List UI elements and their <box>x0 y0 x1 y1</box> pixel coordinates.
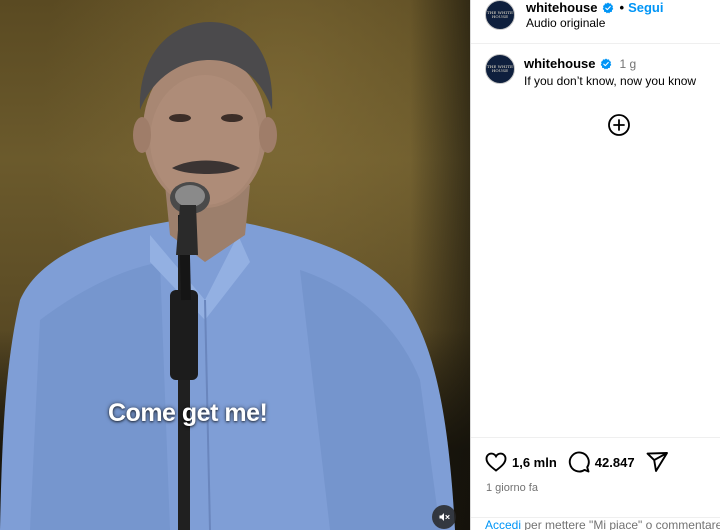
like-count[interactable]: 1,6 mln <box>512 455 557 470</box>
follow-button[interactable]: Segui <box>628 0 663 15</box>
audio-link[interactable]: Audio originale <box>526 16 605 30</box>
share-icon <box>646 452 668 472</box>
post-actions: 1,6 mln 42.847 1 giorno fa Accedi per me… <box>471 437 720 530</box>
verified-badge-icon <box>600 58 611 69</box>
header-separator: • <box>619 0 625 15</box>
comment-icon <box>568 451 590 473</box>
verified-badge-icon <box>602 2 613 13</box>
speaker-muted-icon <box>439 513 450 521</box>
caption-text: If you don’t know, now you know <box>524 74 697 88</box>
heart-icon <box>485 452 507 472</box>
post-side-panel: THE WHITE HOUSE whitehouse • Segui Audio… <box>470 0 720 530</box>
video-caption: Come get me! <box>108 399 268 427</box>
speaker-figure <box>0 22 455 530</box>
post-header: THE WHITE HOUSE whitehouse • Segui Audio… <box>471 0 720 44</box>
caption-timestamp[interactable]: 1 g <box>620 57 637 71</box>
action-row: 1,6 mln 42.847 <box>484 450 669 474</box>
reel-video[interactable]: Come get me! <box>0 0 470 530</box>
post-date[interactable]: 1 giorno fa <box>486 482 538 494</box>
comment-count[interactable]: 42.847 <box>595 455 635 470</box>
like-button[interactable] <box>484 450 508 474</box>
caption-avatar[interactable]: THE WHITE HOUSE <box>485 54 515 84</box>
header-username[interactable]: whitehouse <box>526 0 598 15</box>
share-button[interactable] <box>645 450 669 474</box>
caption-avatar-logo-text: THE WHITE HOUSE <box>486 63 513 73</box>
login-prompt: Accedi per mettere "Mi piace" o commenta… <box>471 517 720 530</box>
header-user-line: whitehouse • Segui <box>526 0 663 15</box>
login-prompt-text: Accedi per mettere "Mi piace" o commenta… <box>485 518 720 530</box>
comment-button[interactable] <box>567 450 591 474</box>
post-caption-row: THE WHITE HOUSE whitehouse 1 g If you do… <box>471 52 720 96</box>
login-link[interactable]: Accedi <box>485 518 521 530</box>
caption-username[interactable]: whitehouse <box>524 56 596 71</box>
avatar-logo-text: THE WHITE HOUSE <box>486 9 513 19</box>
login-prompt-rest: per mettere "Mi piace" o commentare. <box>521 518 720 530</box>
avatar[interactable]: THE WHITE HOUSE <box>485 0 515 30</box>
mute-button[interactable] <box>432 505 456 529</box>
caption-user-line: whitehouse 1 g <box>524 56 636 71</box>
load-more-comments-icon[interactable] <box>607 113 631 137</box>
